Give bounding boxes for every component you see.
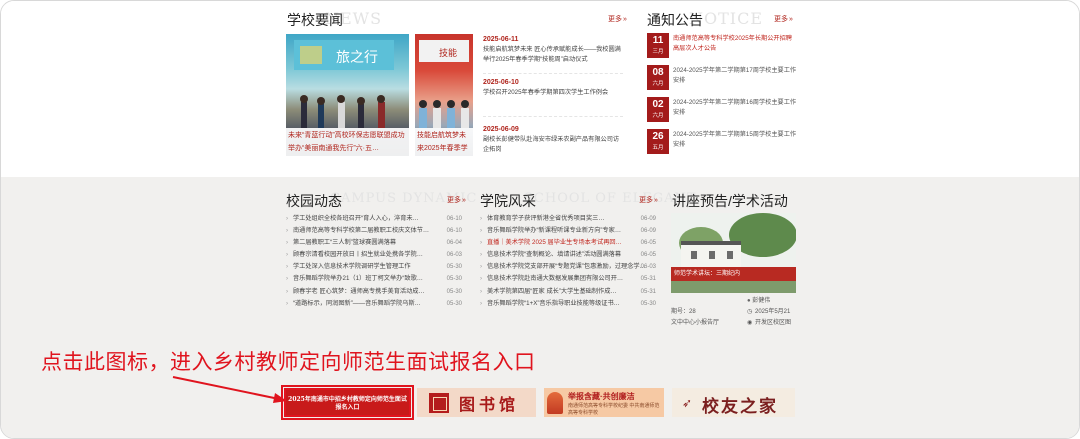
- college-row[interactable]: 美术学院第四届“匠家 成长”大学生基础制作成…05-31: [480, 286, 656, 298]
- notice-date-box: 26 五月: [647, 129, 669, 154]
- campus-row[interactable]: 音乐舞蹈学院举办21（1）班丁柯文举办“致歌…05-30: [286, 273, 462, 285]
- user-icon: ●: [747, 298, 751, 304]
- lecture-photo-footer: [671, 281, 796, 293]
- instruction-annotation: 点击此图标，进入乡村教师定向师范生面试报名入口: [41, 351, 536, 374]
- campus-row[interactable]: 南通师范高等专科学校第二届教职工校庆文体节…06-10: [286, 225, 462, 237]
- news-date: 2025-06-11: [483, 36, 519, 43]
- notice-list: 11 三月 南通师范高等专科学校2025年长期公开招聘高层次人才公告 08 六月…: [647, 31, 797, 159]
- rural-teacher-interview-entry-button[interactable]: 2025年南通市中招乡村教师定向师范生面试报名入口: [281, 385, 414, 420]
- notice-date-box: 08 六月: [647, 65, 669, 90]
- lecture-banner: 师范学术讲坛：三期纪内: [671, 267, 796, 281]
- notice-text[interactable]: 2024-2025学年第二学期第15周学校主要工作安排: [673, 130, 797, 150]
- college-ghost-title: SCHOOL OF ELEGANT: [524, 191, 697, 206]
- news-more-link[interactable]: 更多: [608, 14, 627, 24]
- lecture-speaker: ● 彭健伟: [747, 298, 771, 304]
- college-row[interactable]: 信息技术学院“查制概论、填请讲述”活动圆满落幕06-05: [480, 249, 656, 261]
- news-date: 2025-06-09: [483, 126, 519, 133]
- campus-building-image: [671, 213, 796, 267]
- campus-row[interactable]: 学工处深入信息技术学院调研学生管理工作05-30: [286, 261, 462, 273]
- clock-icon: ◷: [747, 309, 753, 315]
- campus-row[interactable]: 学工处组织全校各班召开“育人入心，淬育未…06-10: [286, 213, 462, 225]
- notice-date-box: 02 六月: [647, 97, 669, 122]
- news-item[interactable]: 2025-06-10 学校召开2025年春季学期第四次学生工作例会: [483, 77, 623, 117]
- top-section: NEWS 学校要闻 更多 旅之行 未来“青蓝行动”高校环保: [1, 1, 1079, 177]
- people-silhouettes: [300, 95, 385, 128]
- college-list: 体育教育学子获评新港全省优秀项目奖三…06-09 音乐舞蹈学院举办“新课程听课专…: [480, 213, 656, 310]
- library-seal-icon: [429, 393, 449, 413]
- notice-item[interactable]: 11 三月 南通师范高等专科学校2025年长期公开招聘高层次人才公告: [647, 31, 797, 62]
- campus-section-title: CAMPUS DYNAMIC 校园动态: [286, 191, 478, 209]
- news-photo-2-caption: 技能启航筑梦未来2025年春季学期: [415, 128, 473, 156]
- college-row[interactable]: 体育教育学子获评新港全省优秀项目奖三…06-09: [480, 213, 656, 225]
- news-item[interactable]: 2025-06-09 副校长彭健带队赴海安市绿禾农副产品有限公司访企拓岗: [483, 120, 623, 160]
- college-row[interactable]: 音乐舞蹈学院“1+X”音乐指导职业技能等级证书…05-30: [480, 298, 656, 310]
- notice-item[interactable]: 26 五月 2024-2025学年第二学期第15周学校主要工作安排: [647, 127, 797, 158]
- svg-text:技能: 技能: [439, 47, 457, 59]
- news-item[interactable]: 2025-06-11 技能启航筑梦未来 匠心传承赋能成长——我校圆满举行2025…: [483, 34, 623, 74]
- library-banner-link[interactable]: 图书馆: [417, 388, 536, 417]
- news-photo-1-caption: 未来“青蓝行动”高校环保志愿联盟成功举办“美丽南通我先行”六·五…: [286, 128, 409, 156]
- notice-more-link[interactable]: 更多: [774, 14, 793, 24]
- lecture-photo[interactable]: 师范学术讲坛：三期纪内: [671, 213, 796, 293]
- notice-text[interactable]: 2024-2025学年第二学期第16周学校主要工作安排: [673, 98, 797, 118]
- lecture-info: ● 彭健伟 期号：28 ◷ 2025年5月21 文中中心小报告厅 ◉ 开发区校区…: [671, 296, 796, 329]
- svg-text:旅之行: 旅之行: [336, 50, 378, 66]
- notice-item[interactable]: 02 六月 2024-2025学年第二学期第16周学校主要工作安排: [647, 95, 797, 126]
- crowd-silhouettes: [419, 100, 469, 128]
- college-row[interactable]: 直播｜美术学院 2025 届毕业生专场本考试再回…06-05: [480, 237, 656, 249]
- notice-date-box: 11 三月: [647, 33, 669, 58]
- alumni-banner-link[interactable]: ➶ 校友之家: [672, 388, 795, 417]
- campus-row[interactable]: 第二届教职工“三人制”篮球赛圆满落幕06-04: [286, 237, 462, 249]
- news-photo-2[interactable]: 技能 技能启航筑梦未来2025年春季学期: [415, 34, 473, 156]
- college-row[interactable]: 信息技术学院党支部开展“专题党课”包惠激励，过理念学…06-03: [480, 261, 656, 273]
- notice-item[interactable]: 08 六月 2024-2025学年第二学期第17周学校主要工作安排: [647, 63, 797, 94]
- college-section-title: SCHOOL OF ELEGANT 学院风采: [480, 191, 697, 209]
- college-more-link[interactable]: 更多: [639, 195, 658, 205]
- campus-more-link[interactable]: 更多: [447, 195, 466, 205]
- notice-section-title: NOTICE 通知公告: [647, 9, 764, 28]
- campus-row[interactable]: “道路标示，同润图新”——音乐舞蹈学院乌斯…05-30: [286, 298, 462, 310]
- campus-row[interactable]: 顾春宇老 匠心筑梦：通师高专携手美育活动成…05-30: [286, 286, 462, 298]
- college-row[interactable]: 信息技术学院赴南通大数据发展集团有限公司开…05-31: [480, 273, 656, 285]
- notice-text[interactable]: 2024-2025学年第二学期第17周学校主要工作安排: [673, 66, 797, 86]
- integrity-banner-link[interactable]: 举报含藏·共创廉洁 南通师范高等专科学校纪委 中共南通师范高等专科学校: [544, 388, 664, 417]
- lecture-place-row: 文中中心小报告厅 ◉ 开发区校区图: [671, 318, 796, 329]
- campus-list: 学工处组织全校各班召开“育人入心，淬育未…06-10 南通师范高等专科学校第二届…: [286, 213, 462, 310]
- news-text[interactable]: 技能启航筑梦未来 匠心传承赋能成长——我校圆满举行2025年春季学期“技能周”启…: [483, 45, 623, 65]
- browser-viewport: NEWS 学校要闻 更多 旅之行 未来“青蓝行动”高校环保: [0, 0, 1080, 439]
- location-pin-icon: ◉: [747, 320, 753, 326]
- news-list: 2025-06-11 技能启航筑梦未来 匠心传承赋能成长——我校圆满举行2025…: [483, 34, 623, 163]
- lecture-section-title: 讲座预告/学术活动: [672, 193, 788, 209]
- lecture-meta-row: 期号：28 ◷ 2025年5月21: [671, 307, 796, 318]
- swallow-icon: ➶: [682, 396, 693, 410]
- stage-banner-image: 旅之行: [294, 40, 394, 70]
- news-photo-1[interactable]: 旅之行 未来“青蓝行动”高校环保志愿联盟成功举办“美丽南通我先行”六·五…: [286, 34, 409, 156]
- college-row[interactable]: 音乐舞蹈学院举办“新课程听课专业新方向”专家…06-09: [480, 225, 656, 237]
- news-text[interactable]: 学校召开2025年春季学期第四次学生工作例会: [483, 88, 623, 98]
- annotation-arrow-icon: [172, 376, 287, 403]
- news-date: 2025-06-10: [483, 79, 519, 86]
- skills-banner-image: 技能: [419, 40, 469, 62]
- news-section-title: NEWS 学校要闻: [287, 9, 383, 28]
- campus-row[interactable]: 顾春宗清看校园开放日丨招生就业处携各学院…06-03: [286, 249, 462, 261]
- lantern-icon: [547, 392, 563, 414]
- notice-text[interactable]: 南通师范高等专科学校2025年长期公开招聘高层次人才公告: [673, 34, 797, 54]
- news-text[interactable]: 副校长彭健带队赴海安市绿禾农副产品有限公司访企拓岗: [483, 135, 623, 155]
